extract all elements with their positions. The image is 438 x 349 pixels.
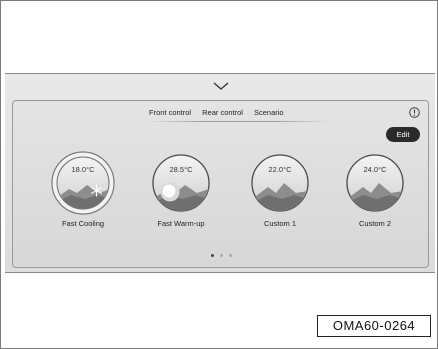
preset-label: Fast Cooling	[61, 219, 105, 228]
page-indicator	[211, 254, 232, 257]
preset-temperature: 28.5°C	[169, 165, 193, 174]
dial-graphic	[346, 154, 404, 212]
edit-button[interactable]: Edit	[386, 127, 420, 142]
info-icon[interactable]	[409, 107, 420, 118]
preset-dial: 28.5°C	[149, 151, 213, 215]
preset-fast-cooling[interactable]: 18.0°C Fast Cooling	[38, 151, 128, 228]
figure-code-label: OMA60-0264	[317, 315, 431, 337]
chevron-down-icon[interactable]	[210, 80, 232, 92]
preset-label: Custom 2	[358, 219, 392, 228]
sun-icon	[160, 182, 180, 202]
preset-fast-warm-up[interactable]: 28.5°C Fast Warm-up	[136, 151, 226, 228]
preset-dial: 18.0°C	[51, 151, 115, 215]
dial-graphic	[251, 154, 309, 212]
preset-temperature: 22.0°C	[268, 165, 292, 174]
tab-underline	[149, 121, 329, 122]
preset-temperature: 18.0°C	[71, 165, 95, 174]
preset-list: 18.0°C Fast Cooling 28.5°C Fast Warm-up …	[13, 151, 428, 251]
tab-rear-control[interactable]: Rear control	[202, 108, 243, 117]
tab-front-control[interactable]: Front control	[149, 108, 191, 117]
preset-label: Custom 1	[263, 219, 297, 228]
scenario-card: Front control Rear control Scenario Edit	[12, 100, 429, 268]
preset-label: Fast Warm-up	[157, 219, 205, 228]
climate-panel: Front control Rear control Scenario Edit	[5, 73, 435, 273]
control-tabs: Front control Rear control Scenario	[149, 108, 284, 117]
figure-frame: Front control Rear control Scenario Edit	[0, 0, 438, 349]
page-dot-3[interactable]	[229, 254, 232, 257]
preset-dial: 22.0°C	[248, 151, 312, 215]
preset-custom-1[interactable]: 22.0°C Custom 1	[235, 151, 325, 228]
preset-dial: 24.0°C	[343, 151, 407, 215]
preset-custom-2[interactable]: 24.0°C Custom 2	[330, 151, 420, 228]
snowflake-icon	[91, 184, 102, 197]
dial-graphic	[51, 151, 115, 215]
page-dot-2[interactable]	[220, 254, 223, 257]
tab-scenario[interactable]: Scenario	[254, 108, 284, 117]
page-dot-1[interactable]	[211, 254, 214, 257]
preset-temperature: 24.0°C	[363, 165, 387, 174]
